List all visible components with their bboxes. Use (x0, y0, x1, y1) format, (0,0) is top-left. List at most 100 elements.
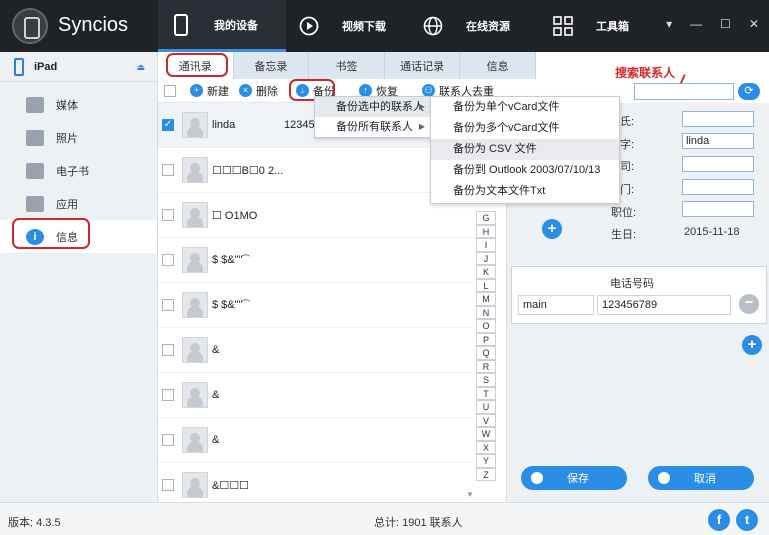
save-icon (531, 472, 543, 484)
new-label: 新建 (207, 85, 229, 98)
alphabet-letter[interactable]: P (476, 332, 496, 346)
row-checkbox[interactable] (162, 389, 174, 401)
delete-label: 删除 (256, 85, 278, 98)
avatar (182, 337, 208, 363)
tab-messages[interactable]: 信息 (460, 52, 536, 79)
phone-icon (170, 13, 192, 36)
list-item[interactable]: &☐☐☐ (158, 463, 474, 502)
list-item[interactable]: ☐ O1MO (158, 193, 474, 238)
status-bar: 版本: 4.3.5 总计: 1901 联系人 f t (0, 502, 769, 535)
list-item[interactable]: & (158, 328, 474, 373)
menu-item-multi-vcard[interactable]: 备份为多个vCard文件 (431, 118, 619, 139)
add-phone-button[interactable]: + (742, 335, 762, 355)
contact-name: ☐ O1MO (212, 209, 258, 222)
alphabet-letter[interactable]: S (476, 373, 496, 387)
sidebar-item-media[interactable]: 媒体 (0, 88, 157, 121)
twitter-icon[interactable]: t (736, 509, 758, 531)
department-label: 门: (620, 184, 635, 196)
row-checkbox[interactable] (162, 254, 174, 266)
menu-item-backup-selected[interactable]: 备份选中的联系人 (315, 97, 430, 117)
alphabet-letter[interactable]: L (476, 278, 496, 292)
facebook-icon[interactable]: f (708, 509, 730, 531)
alphabet-letter[interactable]: Z (476, 467, 496, 481)
delete-button[interactable]: × 删除 (239, 83, 278, 99)
job-title-field[interactable] (682, 201, 754, 217)
nav-online-resources[interactable]: 在线资源 (420, 0, 548, 52)
new-button[interactable]: + 新建 (190, 83, 229, 99)
backup-submenu: 备份为单个vCard文件 备份为多个vCard文件 备份为 CSV 文件 备份到… (430, 96, 620, 204)
search-annotation: 搜索联系人 (615, 66, 676, 80)
row-checkbox[interactable] (162, 164, 174, 176)
nav-video-download[interactable]: 视频下载 (290, 0, 418, 52)
list-item[interactable]: & (158, 418, 474, 463)
row-checkbox[interactable] (162, 434, 174, 446)
row-checkbox[interactable] (162, 299, 174, 311)
alphabet-letter[interactable]: I (476, 238, 496, 252)
phone-type-field[interactable]: main (518, 295, 594, 315)
alphabet-letter[interactable]: V (476, 413, 496, 427)
alphabet-letter[interactable]: Y (476, 454, 496, 468)
tab-notes[interactable]: 备忘录 (233, 52, 310, 79)
row-checkbox[interactable]: ✓ (162, 119, 174, 131)
sidebar-item-ebooks[interactable]: 电子书 (0, 154, 157, 187)
nav-my-device[interactable]: 我的设备 (158, 0, 286, 52)
device-item[interactable]: iPad ⏏ (0, 52, 157, 82)
row-checkbox[interactable] (162, 479, 174, 491)
alphabet-letter[interactable]: M (476, 292, 496, 306)
alphabet-letter[interactable]: K (476, 265, 496, 279)
tab-bookmarks[interactable]: 书签 (309, 52, 385, 79)
contact-name: ☐☐☐B☐0 2... (212, 164, 284, 177)
menu-dropdown-icon[interactable]: ▾ (666, 17, 672, 31)
maximize-icon[interactable]: ☐ (720, 17, 731, 31)
list-item[interactable]: $ $&""͡ (158, 238, 474, 283)
row-checkbox[interactable] (162, 209, 174, 221)
surname-field[interactable] (682, 111, 754, 127)
menu-item-single-vcard[interactable]: 备份为单个vCard文件 (431, 97, 619, 118)
close-icon[interactable]: ✕ (749, 17, 759, 31)
search-input[interactable] (634, 83, 734, 100)
list-item[interactable]: & (158, 373, 474, 418)
list-item[interactable]: $ $&""͡ (158, 283, 474, 328)
minimize-icon[interactable]: — (690, 17, 702, 31)
search-button[interactable]: ⟳ (738, 83, 760, 100)
add-field-button[interactable]: + (542, 219, 562, 239)
tab-call-history[interactable]: 通话记录 (384, 52, 461, 79)
menu-item-backup-all[interactable]: 备份所有联系人 (315, 117, 430, 137)
save-label: 保存 (567, 473, 589, 485)
alphabet-letter[interactable]: U (476, 400, 496, 414)
menu-item-outlook[interactable]: 备份到 Outlook 2003/07/10/13 (431, 160, 619, 181)
phone-number-field[interactable]: 123456789 (597, 295, 731, 315)
eject-icon[interactable]: ⏏ (136, 62, 145, 73)
avatar (182, 247, 208, 273)
avatar (182, 472, 208, 498)
alphabet-letter[interactable]: H (476, 224, 496, 238)
alphabet-letter[interactable]: W (476, 427, 496, 441)
save-button[interactable]: 保存 (521, 466, 627, 490)
scroll-down-icon[interactable]: ▼ (466, 490, 474, 499)
menu-item-txt[interactable]: 备份为文本文件Txt (431, 181, 619, 202)
alphabet-letter[interactable]: J (476, 251, 496, 265)
alphabet-letter[interactable]: G (476, 211, 496, 225)
alphabet-letter[interactable]: O (476, 319, 496, 333)
alphabet-letter[interactable]: X (476, 440, 496, 454)
menu-item-csv[interactable]: 备份为 CSV 文件 (431, 139, 619, 160)
alphabet-letter[interactable]: T (476, 386, 496, 400)
nav-my-device-label: 我的设备 (214, 19, 258, 32)
contact-name: $ $&""͡ (212, 254, 243, 266)
sidebar-item-photos[interactable]: 照片 (0, 121, 157, 154)
given-name-field[interactable]: linda (682, 133, 754, 149)
list-item[interactable]: ☐☐☐B☐0 2... (158, 148, 474, 193)
sidebar-item-apps[interactable]: 应用 (0, 187, 157, 220)
company-field[interactable] (682, 156, 754, 172)
alphabet-letter[interactable]: Q (476, 346, 496, 360)
select-all-checkbox[interactable] (164, 84, 176, 97)
department-field[interactable] (682, 179, 754, 195)
cancel-button[interactable]: 取消 (648, 466, 754, 490)
alphabet-letter[interactable]: N (476, 305, 496, 319)
contact-name: & (212, 434, 220, 446)
remove-phone-button[interactable]: − (739, 294, 759, 314)
sidebar-item-label: 媒体 (56, 99, 78, 112)
nav-toolbox[interactable]: 工具箱 (550, 0, 678, 52)
row-checkbox[interactable] (162, 344, 174, 356)
alphabet-letter[interactable]: R (476, 359, 496, 373)
